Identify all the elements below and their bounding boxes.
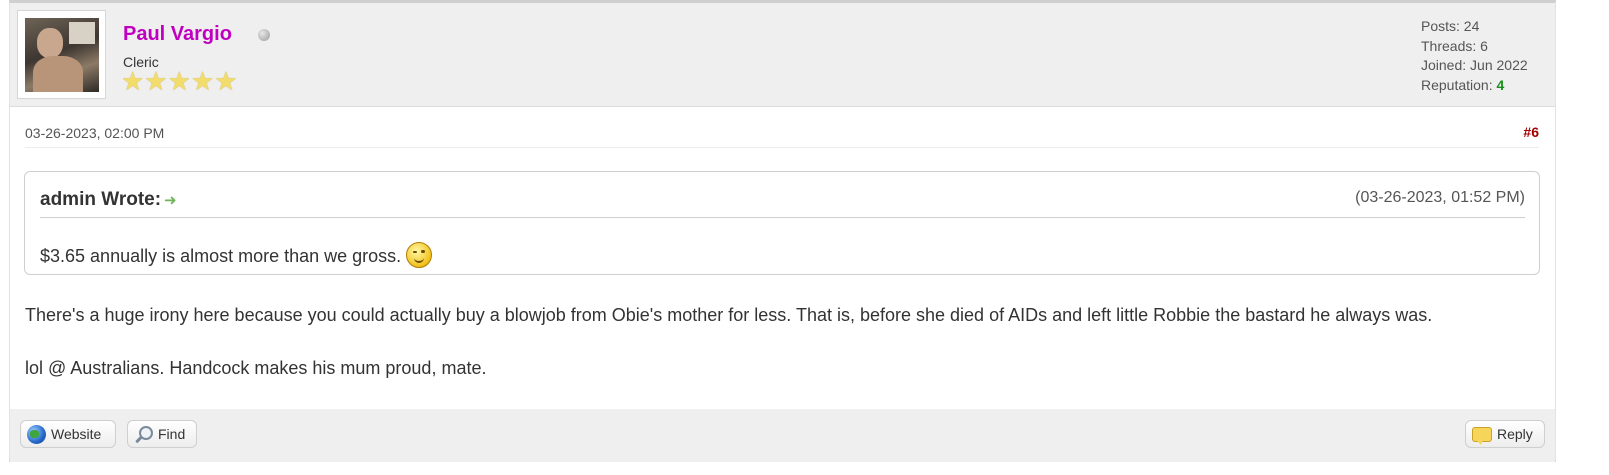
user-stars: ★★★★★ [121,66,238,96]
avatar-image [25,18,99,92]
magnifier-icon [134,425,153,444]
website-button[interactable]: Website [20,420,116,448]
quote-divider [40,217,1525,218]
stat-threads: Threads: 6 [1421,37,1488,54]
offline-status-icon [258,29,270,41]
post-number-link[interactable]: #6 [1523,124,1539,140]
post-paragraph-1: There's a huge irony here because you co… [25,305,1433,325]
stat-posts: Posts: 24 [1421,18,1480,34]
stat-reputation: Reputation: 4 [1421,76,1505,93]
post-author-header: Paul Vargio Cleric ★★★★★ Posts: 24 Threa… [10,3,1555,107]
smile-icon [406,242,433,268]
reputation-link[interactable]: 4 [1497,77,1505,93]
post-paragraph-2: lol @ Australians. Handcock makes his mu… [25,358,487,378]
reply-button[interactable]: Reply [1465,420,1545,448]
post-date: 03-26-2023, 02:00 PM [25,125,165,141]
goto-quote-arrow-icon[interactable]: ➜ [164,192,177,209]
find-button[interactable]: Find [127,420,197,448]
star-icons: ★★★★★ [121,66,238,96]
quote-text: $3.65 annually is almost more than we gr… [40,236,433,268]
reply-button-label: Reply [1497,426,1533,442]
quote-author: admin Wrote: ➜ [40,189,177,210]
website-button-label: Website [51,426,102,442]
avatar[interactable] [17,10,106,99]
find-button-label: Find [158,426,186,442]
username-link[interactable]: Paul Vargio [123,23,232,46]
divider [25,147,1539,148]
post-container: Paul Vargio Cleric ★★★★★ Posts: 24 Threa… [9,0,1556,462]
post-footer: Website Find Reply [10,409,1555,462]
quote-date: (03-26-2023, 01:52 PM) [1355,189,1525,206]
globe-icon [27,424,46,444]
speech-bubble-icon [1472,426,1492,445]
author-stats: Posts: 24 Threads: 6 Joined: Jun 2022 Re… [1421,17,1528,95]
stat-joined: Joined: Jun 2022 [1421,57,1528,73]
quote-block: admin Wrote: ➜ (03-26-2023, 01:52 PM) $3.… [24,171,1540,275]
